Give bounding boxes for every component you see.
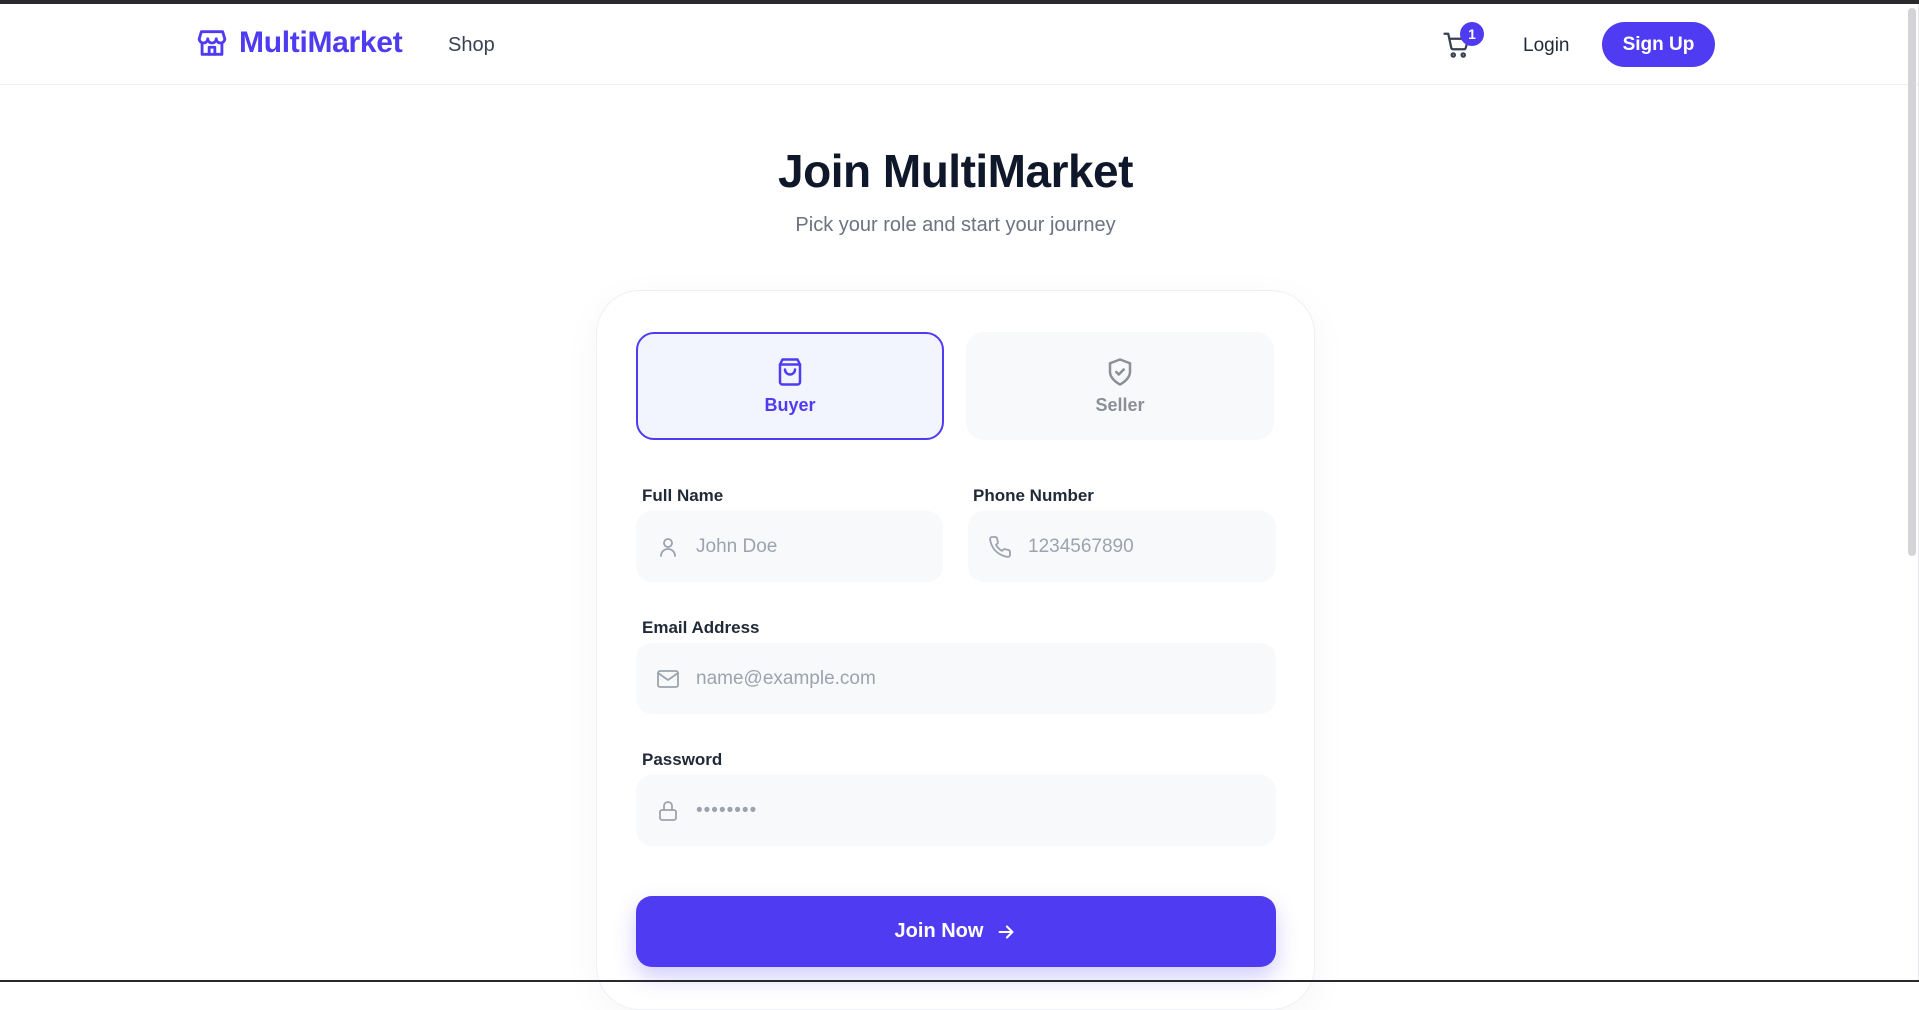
role-label-seller: Seller [1095,395,1144,416]
phone-number-label: Phone Number [973,486,1094,506]
nav-shop-link[interactable]: Shop [448,34,495,57]
full-name-label: Full Name [642,486,723,506]
shopping-bag-icon [775,357,805,387]
join-now-label: Join Now [895,920,984,943]
phone-number-input[interactable] [1028,536,1276,558]
store-icon [195,26,229,60]
full-name-input[interactable] [696,536,943,558]
role-option-seller[interactable]: Seller [966,332,1274,440]
full-name-field[interactable] [636,511,943,582]
mail-icon [656,667,680,691]
brand-logo[interactable]: MultiMarket [195,26,402,60]
signup-button[interactable]: Sign Up [1602,22,1715,67]
scrollbar-thumb[interactable] [1908,8,1916,556]
phone-number-field[interactable] [968,511,1276,582]
arrow-right-icon [995,921,1017,943]
password-label: Password [642,750,722,770]
shield-check-icon [1105,357,1135,387]
cart-button[interactable]: 1 [1442,30,1476,64]
email-input[interactable] [696,668,1276,690]
role-option-buyer[interactable]: Buyer [636,332,944,440]
brand-name: MultiMarket [239,26,402,60]
signup-card: Buyer Seller Full Name Phone Number Emai… [596,290,1315,1010]
user-icon [656,535,680,559]
join-now-button[interactable]: Join Now [636,896,1276,967]
top-navbar: MultiMarket Shop 1 Login Sign Up [0,4,1919,85]
role-label-buyer: Buyer [764,395,815,416]
password-input[interactable] [696,800,1276,822]
password-field[interactable] [636,775,1276,846]
email-label: Email Address [642,618,759,638]
phone-icon [988,535,1012,559]
page-title: Join MultiMarket [0,144,1911,198]
email-field[interactable] [636,643,1276,714]
cart-count-badge: 1 [1460,22,1484,46]
page-subtitle: Pick your role and start your journey [0,214,1911,237]
login-link[interactable]: Login [1523,35,1570,57]
lock-icon [656,799,680,823]
